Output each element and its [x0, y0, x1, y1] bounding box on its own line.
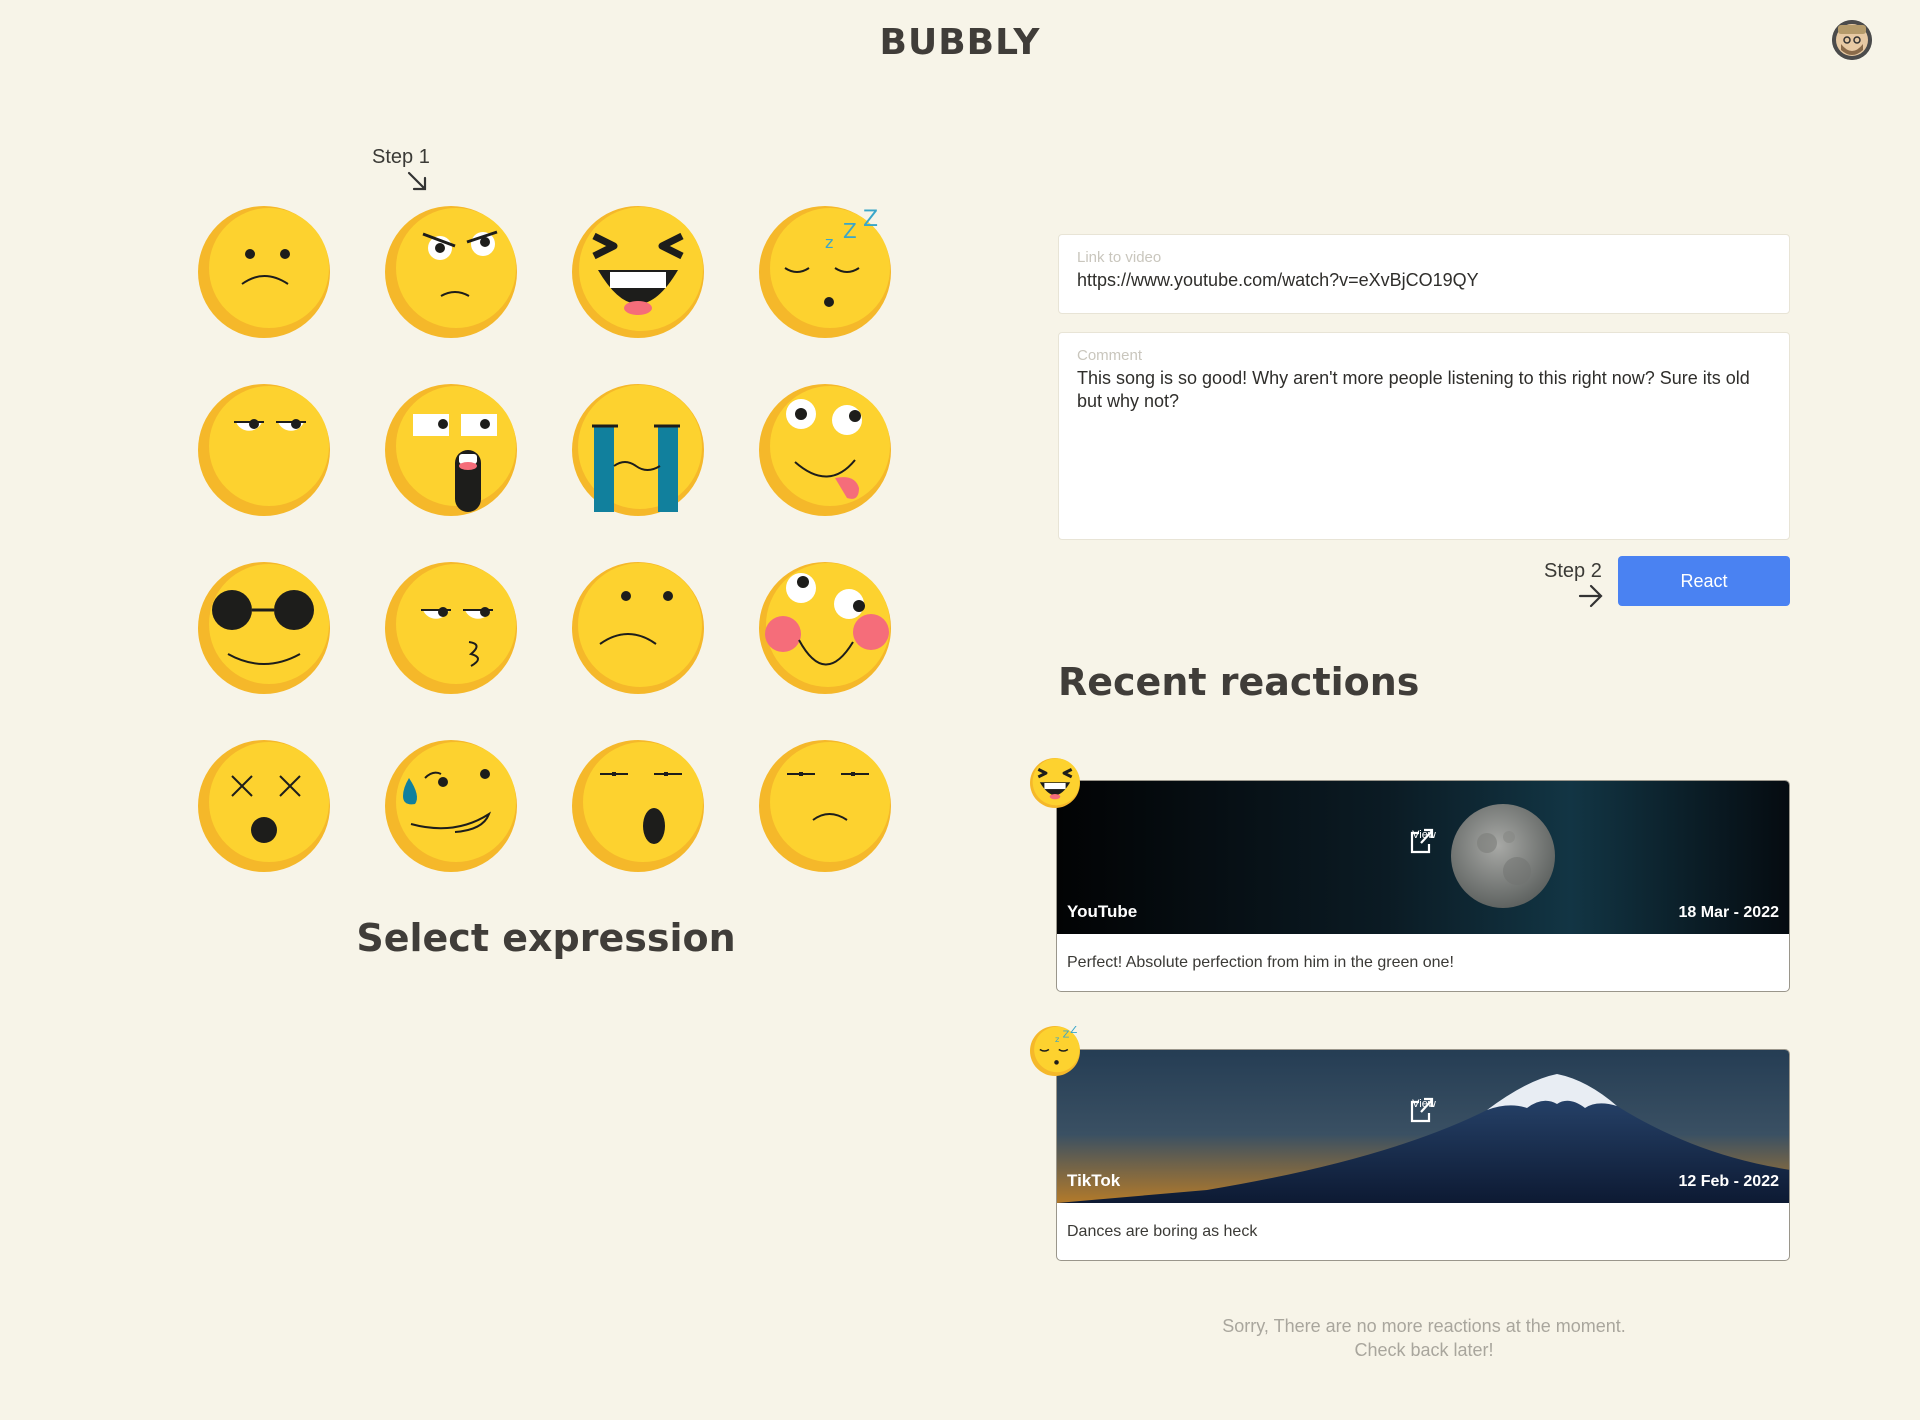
smirking-face-icon[interactable]: [385, 562, 517, 694]
react-button[interactable]: React: [1618, 556, 1790, 606]
svg-text:Z: Z: [863, 207, 878, 232]
user-avatar[interactable]: [1832, 20, 1872, 60]
reaction-date: 18 Mar - 2022: [1678, 904, 1779, 921]
arrow-right-icon: [1578, 584, 1603, 608]
shocked-face-icon[interactable]: [385, 384, 517, 516]
select-expression-title: Select expression: [356, 916, 736, 960]
sad-face-icon[interactable]: [198, 206, 330, 338]
video-thumbnail: View TikTok 12 Feb - 2022: [1057, 1050, 1789, 1203]
dizzy-face-icon[interactable]: [198, 740, 330, 872]
step-1-label: Step 1: [372, 146, 430, 168]
reaction-card: View TikTok 12 Feb - 2022 Dances are bor…: [1056, 1049, 1790, 1261]
external-link-icon: [1410, 828, 1434, 854]
sleepy-face-icon[interactable]: [759, 740, 891, 872]
worried-face-icon[interactable]: [572, 562, 704, 694]
svg-text:Z: Z: [1070, 1026, 1077, 1036]
reaction-comment: Dances are boring as heck: [1067, 1223, 1258, 1240]
laughing-face-icon[interactable]: [572, 206, 704, 338]
platform-label: YouTube: [1067, 902, 1138, 921]
laughing-face-icon: [1030, 758, 1080, 808]
crying-face-icon[interactable]: [572, 384, 704, 516]
angry-face-icon[interactable]: [385, 206, 517, 338]
reaction-comment: Perfect! Absolute perfection from him in…: [1067, 954, 1454, 971]
svg-text:Z: Z: [1063, 1029, 1070, 1040]
yawning-face-icon[interactable]: [572, 740, 704, 872]
view-link[interactable]: View: [1409, 1096, 1439, 1123]
recent-reactions-title: Recent reactions: [1058, 660, 1420, 704]
comment-label: Comment: [1077, 347, 1143, 364]
svg-text:Z: Z: [843, 219, 857, 243]
blushing-face-icon[interactable]: [759, 562, 891, 694]
video-link-label: Link to video: [1077, 249, 1162, 266]
no-more-reactions-message: Sorry, There are no more reactions at th…: [1058, 1314, 1790, 1362]
step-2-label: Step 2: [1544, 560, 1602, 582]
svg-text:z: z: [825, 233, 833, 252]
emoji-grid: z Z Z: [198, 206, 894, 872]
app-logo: BUBBLY: [879, 22, 1041, 63]
sunglasses-face-icon[interactable]: [198, 562, 330, 694]
comment-textarea[interactable]: This song is so good! Why aren't more pe…: [1077, 367, 1771, 413]
external-link-icon: [1410, 1097, 1434, 1123]
no-more-line-1: Sorry, There are no more reactions at th…: [1222, 1316, 1626, 1336]
avatar-icon: [1832, 20, 1872, 60]
arrow-down-right-icon: [407, 171, 427, 191]
video-link-input[interactable]: https://www.youtube.com/watch?v=eXvBjCO1…: [1077, 269, 1771, 292]
unamused-face-icon[interactable]: [198, 384, 330, 516]
view-link[interactable]: View: [1409, 827, 1439, 854]
comment-field[interactable]: Comment This song is so good! Why aren't…: [1058, 332, 1790, 540]
sleeping-face-icon: z Z Z: [1030, 1026, 1080, 1076]
reaction-date: 12 Feb - 2022: [1678, 1173, 1780, 1190]
no-more-line-2: Check back later!: [1354, 1340, 1494, 1360]
video-thumbnail: View YouTube 18 Mar - 2022: [1057, 781, 1789, 934]
sweat-smile-face-icon[interactable]: [385, 740, 517, 872]
sleeping-face-icon[interactable]: z Z Z: [759, 206, 891, 338]
silly-tongue-face-icon[interactable]: [759, 384, 891, 516]
video-link-field[interactable]: Link to video https://www.youtube.com/wa…: [1058, 234, 1790, 314]
reaction-card: View YouTube 18 Mar - 2022 Perfect! Abso…: [1056, 780, 1790, 992]
platform-label: TikTok: [1067, 1171, 1121, 1190]
svg-text:z: z: [1055, 1034, 1060, 1044]
